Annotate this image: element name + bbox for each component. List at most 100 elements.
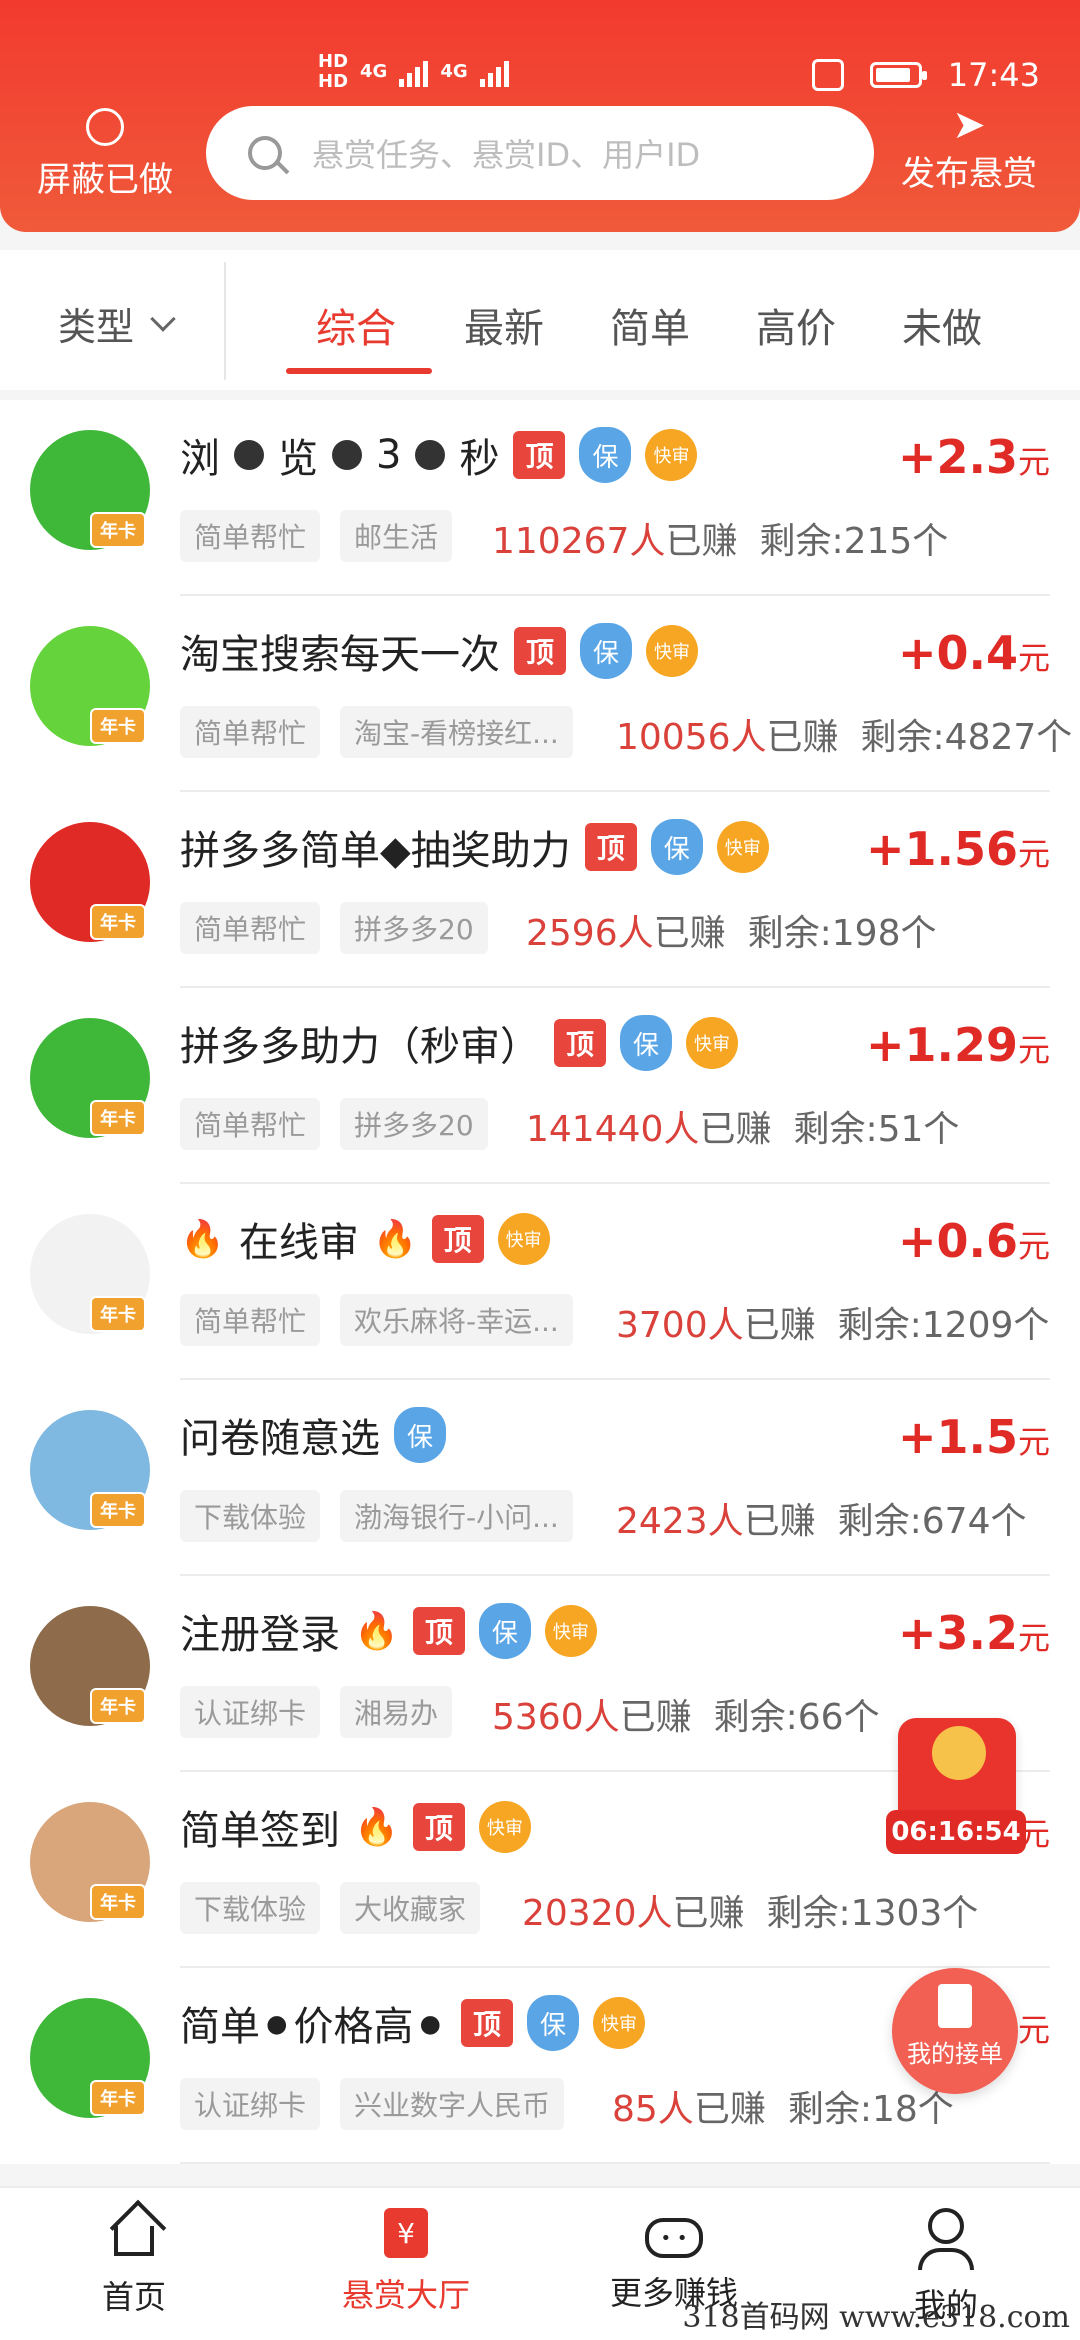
guarantee-badge: 保 bbox=[580, 623, 632, 679]
guarantee-badge: 保 bbox=[579, 427, 632, 483]
clock: 17:43 bbox=[947, 56, 1040, 94]
task-tags: 下载体验 大收藏家 bbox=[180, 1882, 481, 1934]
red-packet-countdown[interactable]: 06:16:54 bbox=[886, 1718, 1026, 1858]
task-row[interactable]: 年卡 问卷随意选 保 +1.5元 下载体验 渤海银行-小问... 2423人已赚… bbox=[0, 1380, 1080, 1576]
publish-reward-label: 发布悬赏 bbox=[901, 154, 1037, 194]
nav-home[interactable]: 首页 bbox=[34, 2208, 234, 2318]
top-badge: 顶 bbox=[554, 1019, 606, 1067]
my-orders-label: 我的接单 bbox=[907, 2040, 1003, 2068]
shield-done-toggle[interactable]: 屏蔽已做 bbox=[30, 108, 180, 201]
fire-icon: 🔥 bbox=[180, 1219, 225, 1260]
publish-reward-button[interactable]: ➤ 发布悬赏 bbox=[884, 104, 1054, 195]
fast-review-badge: 快审 bbox=[544, 1605, 597, 1657]
project-tag: 欢乐麻将-幸运... bbox=[340, 1294, 573, 1346]
user-icon-body bbox=[918, 2248, 974, 2270]
coin-icon bbox=[932, 1726, 986, 1780]
send-icon: ➤ bbox=[952, 102, 986, 148]
tab-latest[interactable]: 最新 bbox=[464, 296, 544, 354]
task-row[interactable]: 年卡 浏览3秒 顶 保 快审 +2.3元 简单帮忙 邮生活 110267人已赚剩… bbox=[0, 400, 1080, 596]
divider bbox=[180, 2162, 1050, 2164]
reward-price: +0.4元 bbox=[897, 626, 1050, 680]
guarantee-badge: 保 bbox=[527, 1995, 580, 2051]
header: HD HD 4G 4G 17:43 屏蔽已做 悬赏任务、悬赏ID、用户ID ➤ 发… bbox=[0, 0, 1080, 232]
annual-card-badge: 年卡 bbox=[90, 1884, 146, 1920]
project-tag: 大收藏家 bbox=[340, 1882, 481, 1934]
filter-bar: 类型 综合 最新 简单 高价 未做 bbox=[0, 250, 1080, 390]
tab-comprehensive[interactable]: 综合 bbox=[316, 296, 396, 354]
task-tags: 简单帮忙 拼多多20 bbox=[180, 902, 488, 954]
annual-card-badge: 年卡 bbox=[90, 1688, 146, 1724]
earned-count: 20320人已赚 剩余:1303个 bbox=[522, 1893, 979, 1934]
earned-count: 2596人已赚 剩余:198个 bbox=[526, 913, 937, 954]
top-badge: 顶 bbox=[514, 627, 566, 675]
task-row[interactable]: 年卡 淘宝搜索每天一次 顶 保 快审 +0.4元 简单帮忙 淘宝-看榜接红...… bbox=[0, 596, 1080, 792]
task-title: 问卷随意选 保 bbox=[180, 1406, 446, 1464]
project-tag: 淘宝-看榜接红... bbox=[340, 706, 573, 758]
countdown-timer: 06:16:54 bbox=[886, 1810, 1026, 1854]
search-icon bbox=[248, 136, 282, 170]
nav-reward-hall[interactable]: ¥ 悬赏大厅 bbox=[306, 2208, 506, 2316]
tab-not-done[interactable]: 未做 bbox=[902, 296, 982, 354]
document-icon bbox=[938, 1984, 972, 2028]
search-input[interactable]: 悬赏任务、悬赏ID、用户ID bbox=[206, 106, 874, 200]
earned-count: 3700人已赚 剩余:1209个 bbox=[616, 1305, 1050, 1346]
fire-icon: 🔥 bbox=[372, 1219, 418, 1260]
battery-icon bbox=[869, 62, 927, 88]
guarantee-badge: 保 bbox=[620, 1015, 672, 1071]
type-filter-dropdown[interactable]: 类型 bbox=[58, 296, 176, 351]
top-badge: 顶 bbox=[513, 431, 566, 479]
category-tag: 下载体验 bbox=[180, 1490, 321, 1542]
project-tag: 邮生活 bbox=[340, 510, 453, 562]
category-tag: 简单帮忙 bbox=[180, 1294, 321, 1346]
nav-label: 悬赏大厅 bbox=[341, 2276, 470, 2314]
tab-simple[interactable]: 简单 bbox=[610, 296, 690, 354]
fire-icon: 🔥 bbox=[354, 1807, 399, 1848]
reward-price: +3.2元 bbox=[897, 1606, 1050, 1660]
top-badge: 顶 bbox=[412, 1803, 465, 1851]
earned-count: 10056人已赚 剩余:4827个 bbox=[616, 717, 1073, 758]
task-row[interactable]: 年卡 拼多多简单◆抽奖助力 顶 保 快审 +1.56元 简单帮忙 拼多多20 2… bbox=[0, 792, 1080, 988]
project-tag: 拼多多20 bbox=[340, 1098, 488, 1150]
category-tag: 简单帮忙 bbox=[180, 706, 321, 758]
annual-card-badge: 年卡 bbox=[90, 1100, 146, 1136]
task-title: 拼多多助力（秒审） 顶 保 快审 bbox=[180, 1014, 738, 1072]
task-tags: 简单帮忙 淘宝-看榜接红... bbox=[180, 706, 573, 758]
tab-high-price[interactable]: 高价 bbox=[756, 296, 836, 354]
category-tag: 认证绑卡 bbox=[180, 2078, 321, 2130]
annual-card-badge: 年卡 bbox=[90, 512, 146, 548]
type-filter-label: 类型 bbox=[58, 305, 135, 349]
project-tag: 湘易办 bbox=[340, 1686, 453, 1738]
user-icon bbox=[928, 2208, 964, 2244]
earned-count: 2423人已赚 剩余:674个 bbox=[616, 1501, 1027, 1542]
divider bbox=[224, 262, 226, 380]
annual-card-badge: 年卡 bbox=[90, 1492, 146, 1528]
project-tag: 渤海银行-小问... bbox=[340, 1490, 573, 1542]
task-title: 淘宝搜索每天一次 顶 保 快审 bbox=[180, 622, 698, 680]
earned-count: 110267人已赚 剩余:215个 bbox=[492, 521, 949, 562]
signal-icon-2 bbox=[479, 57, 509, 87]
task-tags: 认证绑卡 兴业数字人民币 bbox=[180, 2078, 565, 2130]
top-badge: 顶 bbox=[461, 1999, 514, 2047]
my-orders-button[interactable]: 我的接单 bbox=[892, 1968, 1018, 2094]
category-tag: 认证绑卡 bbox=[180, 1686, 321, 1738]
task-row[interactable]: 年卡 🔥 在线审 🔥 顶 快审 +0.6元 简单帮忙 欢乐麻将-幸运... 37… bbox=[0, 1184, 1080, 1380]
earned-count: 85人已赚 剩余:18个 bbox=[612, 2089, 954, 2130]
task-title: 简单签到 🔥 顶 快审 bbox=[180, 1798, 531, 1856]
reward-price: +2.3元 bbox=[897, 430, 1050, 484]
fast-review-badge: 快审 bbox=[646, 625, 698, 677]
status-bar: HD HD 4G 4G 17:43 bbox=[0, 52, 1080, 100]
gamepad-icon: • • bbox=[645, 2218, 703, 2258]
annual-card-badge: 年卡 bbox=[90, 1296, 146, 1332]
top-badge: 顶 bbox=[431, 1215, 484, 1263]
fast-review-badge: 快审 bbox=[686, 1017, 738, 1069]
reward-price: +1.5元 bbox=[897, 1410, 1050, 1464]
task-tags: 简单帮忙 欢乐麻将-幸运... bbox=[180, 1294, 573, 1346]
annual-card-badge: 年卡 bbox=[90, 904, 146, 940]
task-tags: 简单帮忙 拼多多20 bbox=[180, 1098, 488, 1150]
guarantee-badge: 保 bbox=[650, 819, 703, 875]
task-row[interactable]: 年卡 拼多多助力（秒审） 顶 保 快审 +1.29元 简单帮忙 拼多多20 14… bbox=[0, 988, 1080, 1184]
project-tag: 兴业数字人民币 bbox=[340, 2078, 565, 2130]
task-title: 注册登录 🔥 顶 保 快审 bbox=[180, 1602, 597, 1660]
earned-count: 5360人已赚 剩余:66个 bbox=[492, 1697, 880, 1738]
task-title: 浏览3秒 顶 保 快审 bbox=[180, 426, 698, 484]
